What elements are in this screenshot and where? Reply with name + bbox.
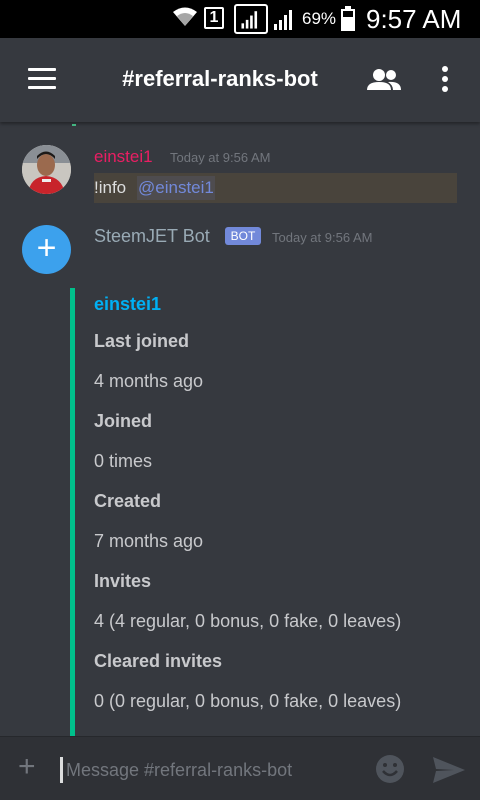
embed-title: einstei1 — [94, 294, 162, 314]
secondary-signal-icon — [274, 10, 292, 30]
message-timestamp: Today at 9:56 AM — [170, 150, 271, 165]
embed-field-value: 0 (0 regular, 0 bonus, 0 fake, 0 leaves) — [94, 691, 402, 711]
user-mention[interactable]: @einstei1 — [137, 176, 215, 200]
embed-card: einstei1 Last joined 4 months ago Joined… — [94, 290, 464, 736]
message-author[interactable]: einstei1 — [94, 147, 153, 167]
clock: 9:57 AM — [366, 4, 462, 34]
embed-field-name: Cleared invites — [94, 651, 223, 671]
bot-message-timestamp: Today at 9:56 AM — [272, 230, 373, 245]
sim-slot-indicator: 1 — [204, 7, 224, 29]
embed-field-name: Joined — [94, 411, 153, 431]
more-options-icon[interactable] — [442, 66, 450, 94]
add-attachment-icon[interactable]: + — [18, 752, 42, 782]
members-icon[interactable] — [366, 68, 402, 92]
bot-author[interactable]: SteemJET Bot — [94, 226, 210, 247]
emoji-icon[interactable] — [374, 753, 406, 785]
bot-badge: BOT — [225, 227, 261, 245]
message-input[interactable] — [66, 758, 356, 782]
embed-field-name: Last joined — [94, 331, 190, 351]
embed-field-value: 4 months ago — [94, 371, 204, 391]
embed-field-name: Invites — [94, 571, 152, 591]
bot-avatar[interactable]: + — [22, 225, 71, 274]
user-avatar[interactable] — [22, 145, 71, 194]
battery-icon — [341, 6, 355, 31]
embed-field-value: 7 months ago — [94, 531, 204, 551]
wifi-icon — [173, 7, 197, 26]
send-icon[interactable] — [432, 755, 466, 785]
scroll-marker — [72, 124, 76, 126]
embed-field-value: 0 times — [94, 451, 153, 471]
text-cursor — [60, 757, 63, 783]
embed-field-value: 4 (4 regular, 0 bonus, 0 fake, 0 leaves) — [94, 611, 402, 631]
embed-accent-bar — [70, 288, 75, 736]
battery-percentage: 69% — [302, 9, 337, 28]
plus-icon: + — [36, 229, 57, 267]
channel-header: #referral-ranks-bot — [0, 38, 480, 122]
embed-field-name: Created — [94, 491, 162, 511]
command-text: !info — [94, 178, 127, 197]
message-content: !info @einstei1 — [94, 173, 457, 203]
message-composer: + — [0, 736, 480, 800]
signal-strength-icon — [234, 4, 268, 34]
status-bar: 1 69% 9:57 AM — [0, 0, 480, 38]
